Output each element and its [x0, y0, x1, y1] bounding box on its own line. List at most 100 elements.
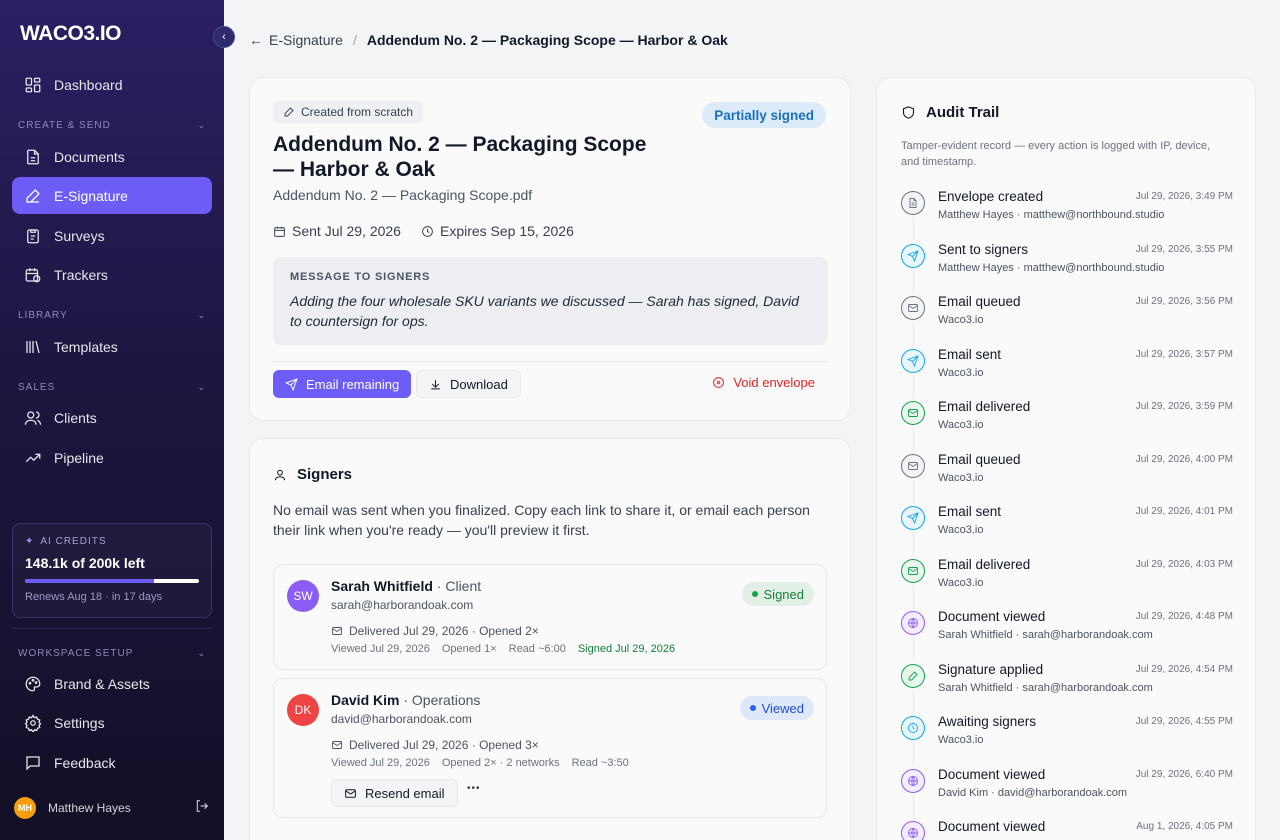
mail-icon [901, 296, 925, 320]
sidebar-item-templates[interactable]: Templates [12, 328, 212, 365]
breadcrumb-parent[interactable]: E-Signature [269, 32, 343, 48]
event-timestamp: Aug 1, 2026, 4:05 PM [1136, 821, 1233, 832]
signers-description: No email was sent when you finalized. Co… [273, 502, 810, 538]
timeline-connector [913, 427, 914, 451]
expires-date: Expires Sep 15, 2026 [439, 223, 574, 239]
collapse-sidebar-button[interactable]: ‹ [213, 26, 235, 48]
audit-event: Awaiting signers Waco3.io Jul 29, 2026, 4:… [901, 714, 1233, 766]
event-timestamp: Jul 29, 2026, 4:48 PM [1135, 611, 1233, 622]
status-label: Signed [763, 586, 804, 602]
sidebar-item-dashboard[interactable]: Dashboard [12, 66, 212, 103]
sidebar-item-brand[interactable]: Brand & Assets [12, 665, 212, 702]
timeline-connector [913, 794, 914, 819]
arrow-left-icon[interactable]: ← [249, 32, 263, 48]
audit-event: Document viewed David Kim · david@harbora… [901, 767, 1233, 819]
breadcrumb-separator: / [352, 32, 357, 48]
message-body: Adding the four wholesale SKU variants w… [290, 293, 799, 329]
button-label: Download [450, 376, 508, 392]
timeline-connector [913, 269, 914, 294]
sidebar-item-label: Dashboard [54, 76, 123, 93]
event-title: Awaiting signers [938, 714, 1037, 729]
delivered-text: Delivered Jul 29, 2026 · Opened 3× [349, 738, 539, 752]
sidebar-item-documents[interactable]: Documents [12, 138, 212, 175]
mail-icon [345, 788, 356, 798]
event-timestamp: Jul 29, 2026, 4:03 PM [1135, 558, 1233, 570]
message-box: MESSAGE TO SIGNERS Adding the four whole… [273, 257, 828, 345]
audit-title: Audit Trail [926, 104, 1000, 121]
send-icon [901, 243, 925, 268]
ai-credits-card[interactable]: ✦ AI CREDITS 148.1k of 200k left Renews A… [12, 523, 212, 618]
event-title: Email queued [938, 451, 1021, 467]
palette-icon [24, 675, 42, 693]
delivery-status: Delivered Jul 29, 2026 · Opened 2× [331, 624, 539, 638]
credits-amount: 148.1k of 200k left [25, 555, 145, 571]
calendar-clock-icon [24, 266, 42, 284]
download-button[interactable]: Download [416, 370, 521, 398]
sidebar-item-feedback[interactable]: Feedback [12, 744, 212, 781]
sidebar-item-esignature[interactable]: E-Signature [12, 177, 212, 214]
section-workspace-setup[interactable]: WORKSPACE SETUP ⌄ [18, 648, 206, 659]
event-actor: Waco3.io [938, 314, 984, 326]
viewed-stat: Viewed Jul 29, 2026 [331, 757, 430, 769]
timeline-connector [913, 532, 914, 556]
event-actor: Matthew Hayes · matthew@northbound.studi… [938, 261, 1165, 274]
audit-event: Email delivered Waco3.io Jul 29, 2026, 4:0… [901, 556, 1233, 609]
event-actor: Waco3.io [938, 419, 984, 431]
sidebar-item-label: E-Signature [54, 187, 128, 204]
mail-icon [332, 741, 342, 749]
timeline-connector [913, 689, 914, 714]
globe-icon [901, 611, 925, 635]
resend-email-button[interactable]: Resend email [331, 779, 458, 807]
breadcrumb: ← E-Signature / Addendum No. 2 — Packagi… [249, 32, 728, 48]
delivery-status: Delivered Jul 29, 2026 · Opened 3× [331, 738, 539, 752]
status-badge: Signed [741, 582, 814, 606]
status-badge: Viewed [739, 696, 814, 720]
send-icon [901, 506, 925, 530]
timeline-connector [913, 584, 914, 609]
event-actor: David Kim · david@harborandoak.com [938, 786, 1128, 799]
more-options-button[interactable]: ••• [467, 783, 481, 794]
event-timestamp: Jul 29, 2026, 3:59 PM [1135, 401, 1233, 412]
event-title: Email delivered [938, 556, 1031, 572]
divider [273, 361, 828, 362]
sidebar-item-clients[interactable]: Clients [12, 399, 212, 436]
event-title: Email queued [938, 294, 1021, 309]
email-remaining-button[interactable]: Email remaining [273, 370, 412, 398]
section-create-send[interactable]: CREATE & SEND ⌄ [18, 120, 206, 131]
mail-icon [332, 627, 342, 635]
send-icon [901, 348, 925, 373]
section-sales[interactable]: SALES ⌄ [18, 382, 206, 393]
section-library[interactable]: LIBRARY ⌄ [18, 310, 206, 321]
globe-icon [901, 821, 925, 840]
audit-event: Signature applied Sarah Whitfield · sarah… [901, 661, 1233, 714]
credits-label: AI CREDITS [40, 536, 107, 547]
credits-bar [25, 579, 199, 583]
users-icon [24, 409, 42, 427]
void-envelope-button[interactable]: Void envelope [712, 375, 815, 390]
page-title: Addendum No. 2 — Packaging Scope — Harbo… [273, 133, 647, 181]
clipboard-icon [24, 227, 42, 245]
logout-icon[interactable] [194, 798, 210, 819]
section-label: WORKSPACE SETUP [18, 648, 134, 659]
sidebar-item-settings[interactable]: Settings [12, 704, 212, 741]
sidebar-item-label: Settings [54, 714, 105, 731]
sidebar-item-label: Documents [54, 148, 125, 165]
timeline-connector [913, 217, 914, 241]
user-profile[interactable]: MH Matthew Hayes [14, 797, 210, 819]
avatar: DK [287, 694, 319, 726]
event-title: Document viewed [938, 609, 1046, 624]
mail-icon [901, 453, 925, 478]
event-title: Signature applied [938, 661, 1044, 677]
message-icon [24, 754, 42, 772]
gear-icon [24, 713, 42, 732]
event-title: Email sent [938, 504, 1002, 519]
button-label: Resend email [365, 785, 445, 801]
read-stat: Read ~6:00 [508, 643, 566, 655]
library-icon [24, 338, 42, 356]
sidebar-item-pipeline[interactable]: Pipeline [12, 439, 212, 476]
envelope-meta: Sent Jul 29, 2026 Expires Sep 15, 2026 [273, 223, 574, 239]
sidebar-item-trackers[interactable]: Trackers [12, 256, 212, 293]
audit-event: Email sent Waco3.io Jul 29, 2026, 3:57 PM [901, 347, 1233, 399]
sidebar-item-surveys[interactable]: Surveys [12, 217, 212, 254]
send-icon [285, 377, 298, 391]
